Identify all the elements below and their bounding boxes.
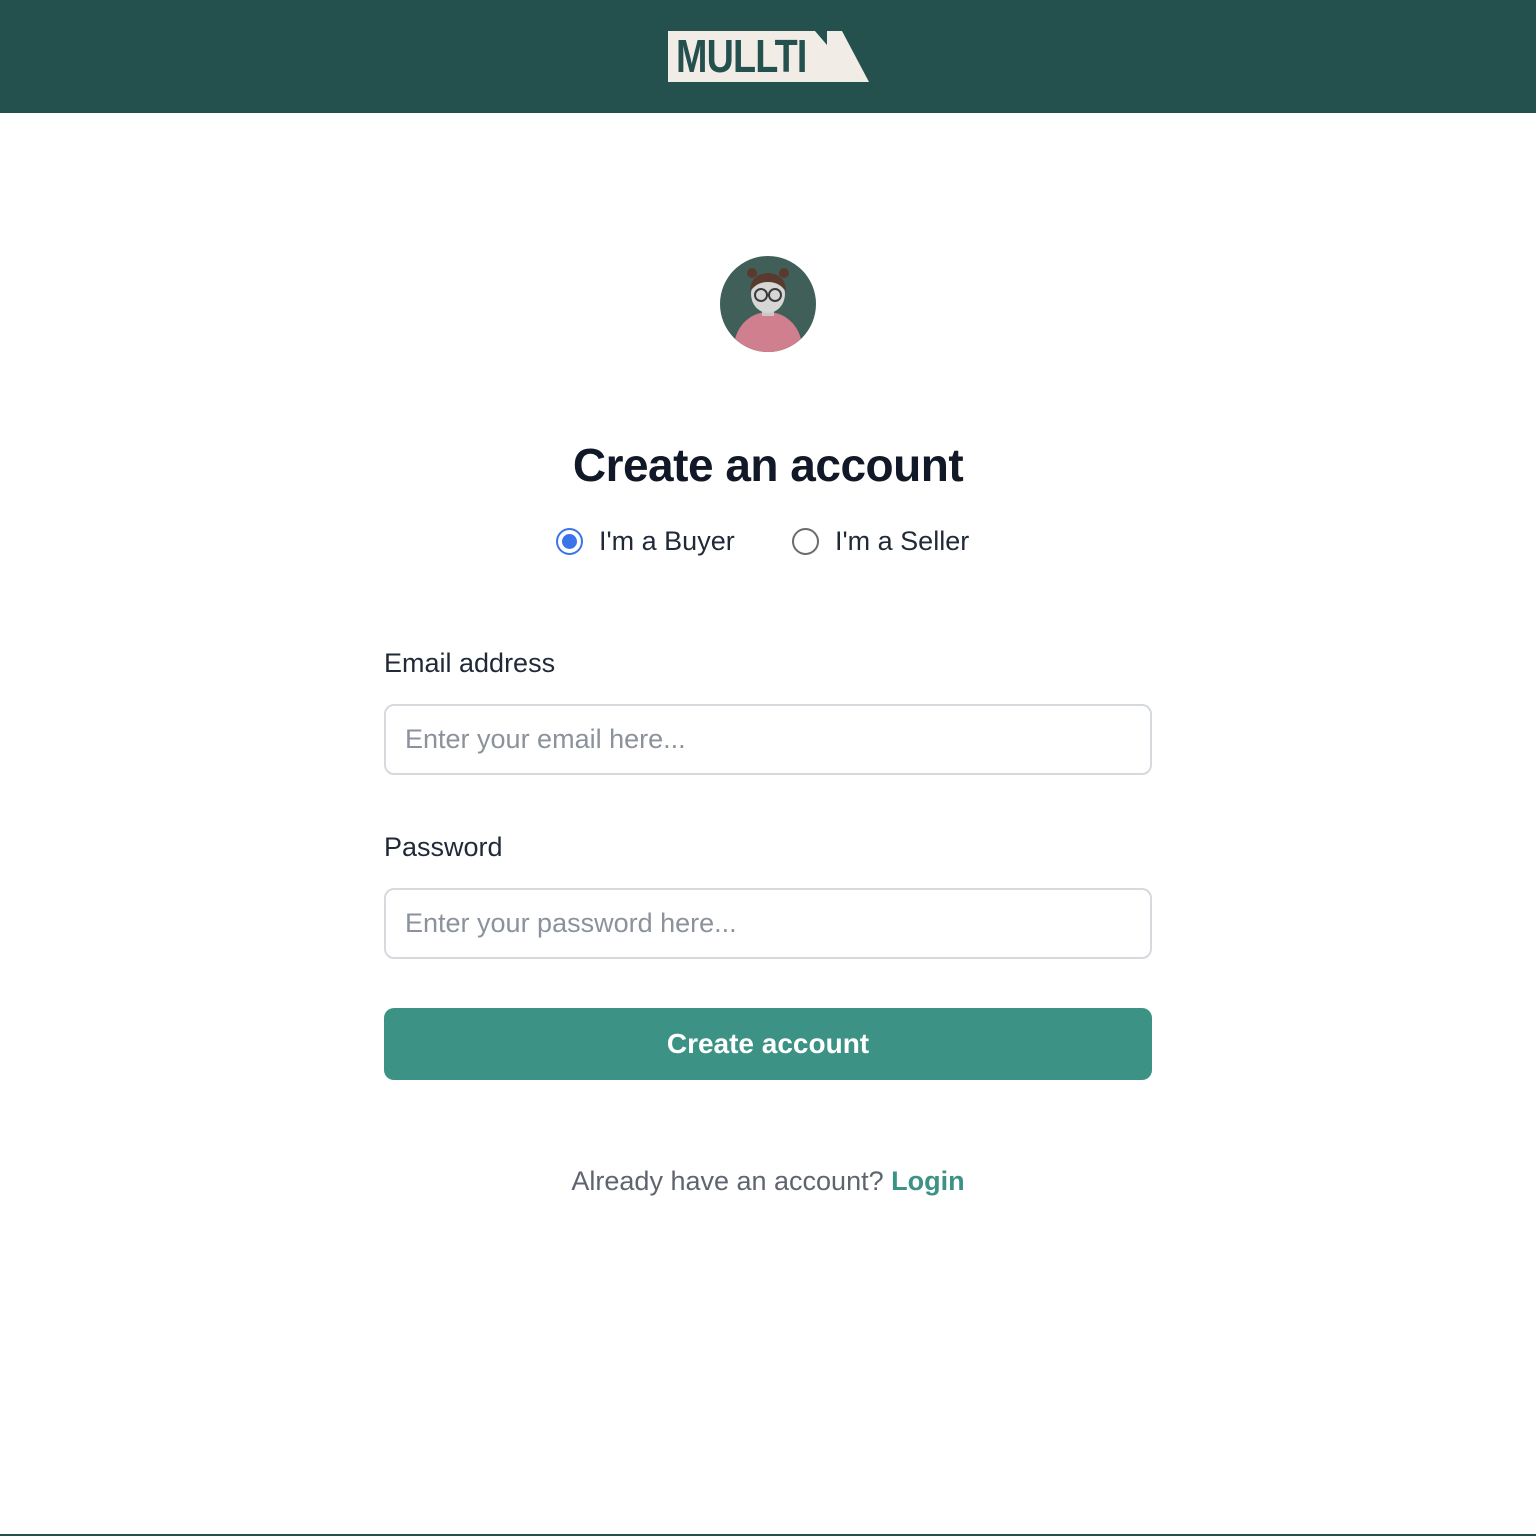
radio-seller-control[interactable] [792,527,819,555]
login-prompt-text: Already have an account? [571,1166,892,1196]
avatar [720,256,816,352]
login-link[interactable]: Login [891,1166,964,1196]
top-header: MULLTI [0,0,1536,113]
email-field[interactable] [384,704,1152,775]
page-title: Create an account [572,439,964,491]
login-prompt: Already have an account? Login [0,1166,1536,1197]
radio-buyer-label: I'm a Buyer [599,525,735,556]
password-label: Password [384,832,503,862]
user-avatar-icon [720,256,816,352]
radio-seller-label: I'm a Seller [835,525,970,556]
create-account-button[interactable]: Create account [384,1008,1152,1080]
radio-option-buyer[interactable]: I'm a Buyer [556,521,735,561]
email-label: Email address [384,648,556,678]
mullti-logo[interactable]: MULLTI [668,31,870,82]
radio-option-seller[interactable]: I'm a Seller [792,521,969,561]
radio-buyer-control[interactable] [556,527,583,555]
password-field[interactable] [384,888,1152,959]
logo-text: MULLTI [676,30,807,82]
